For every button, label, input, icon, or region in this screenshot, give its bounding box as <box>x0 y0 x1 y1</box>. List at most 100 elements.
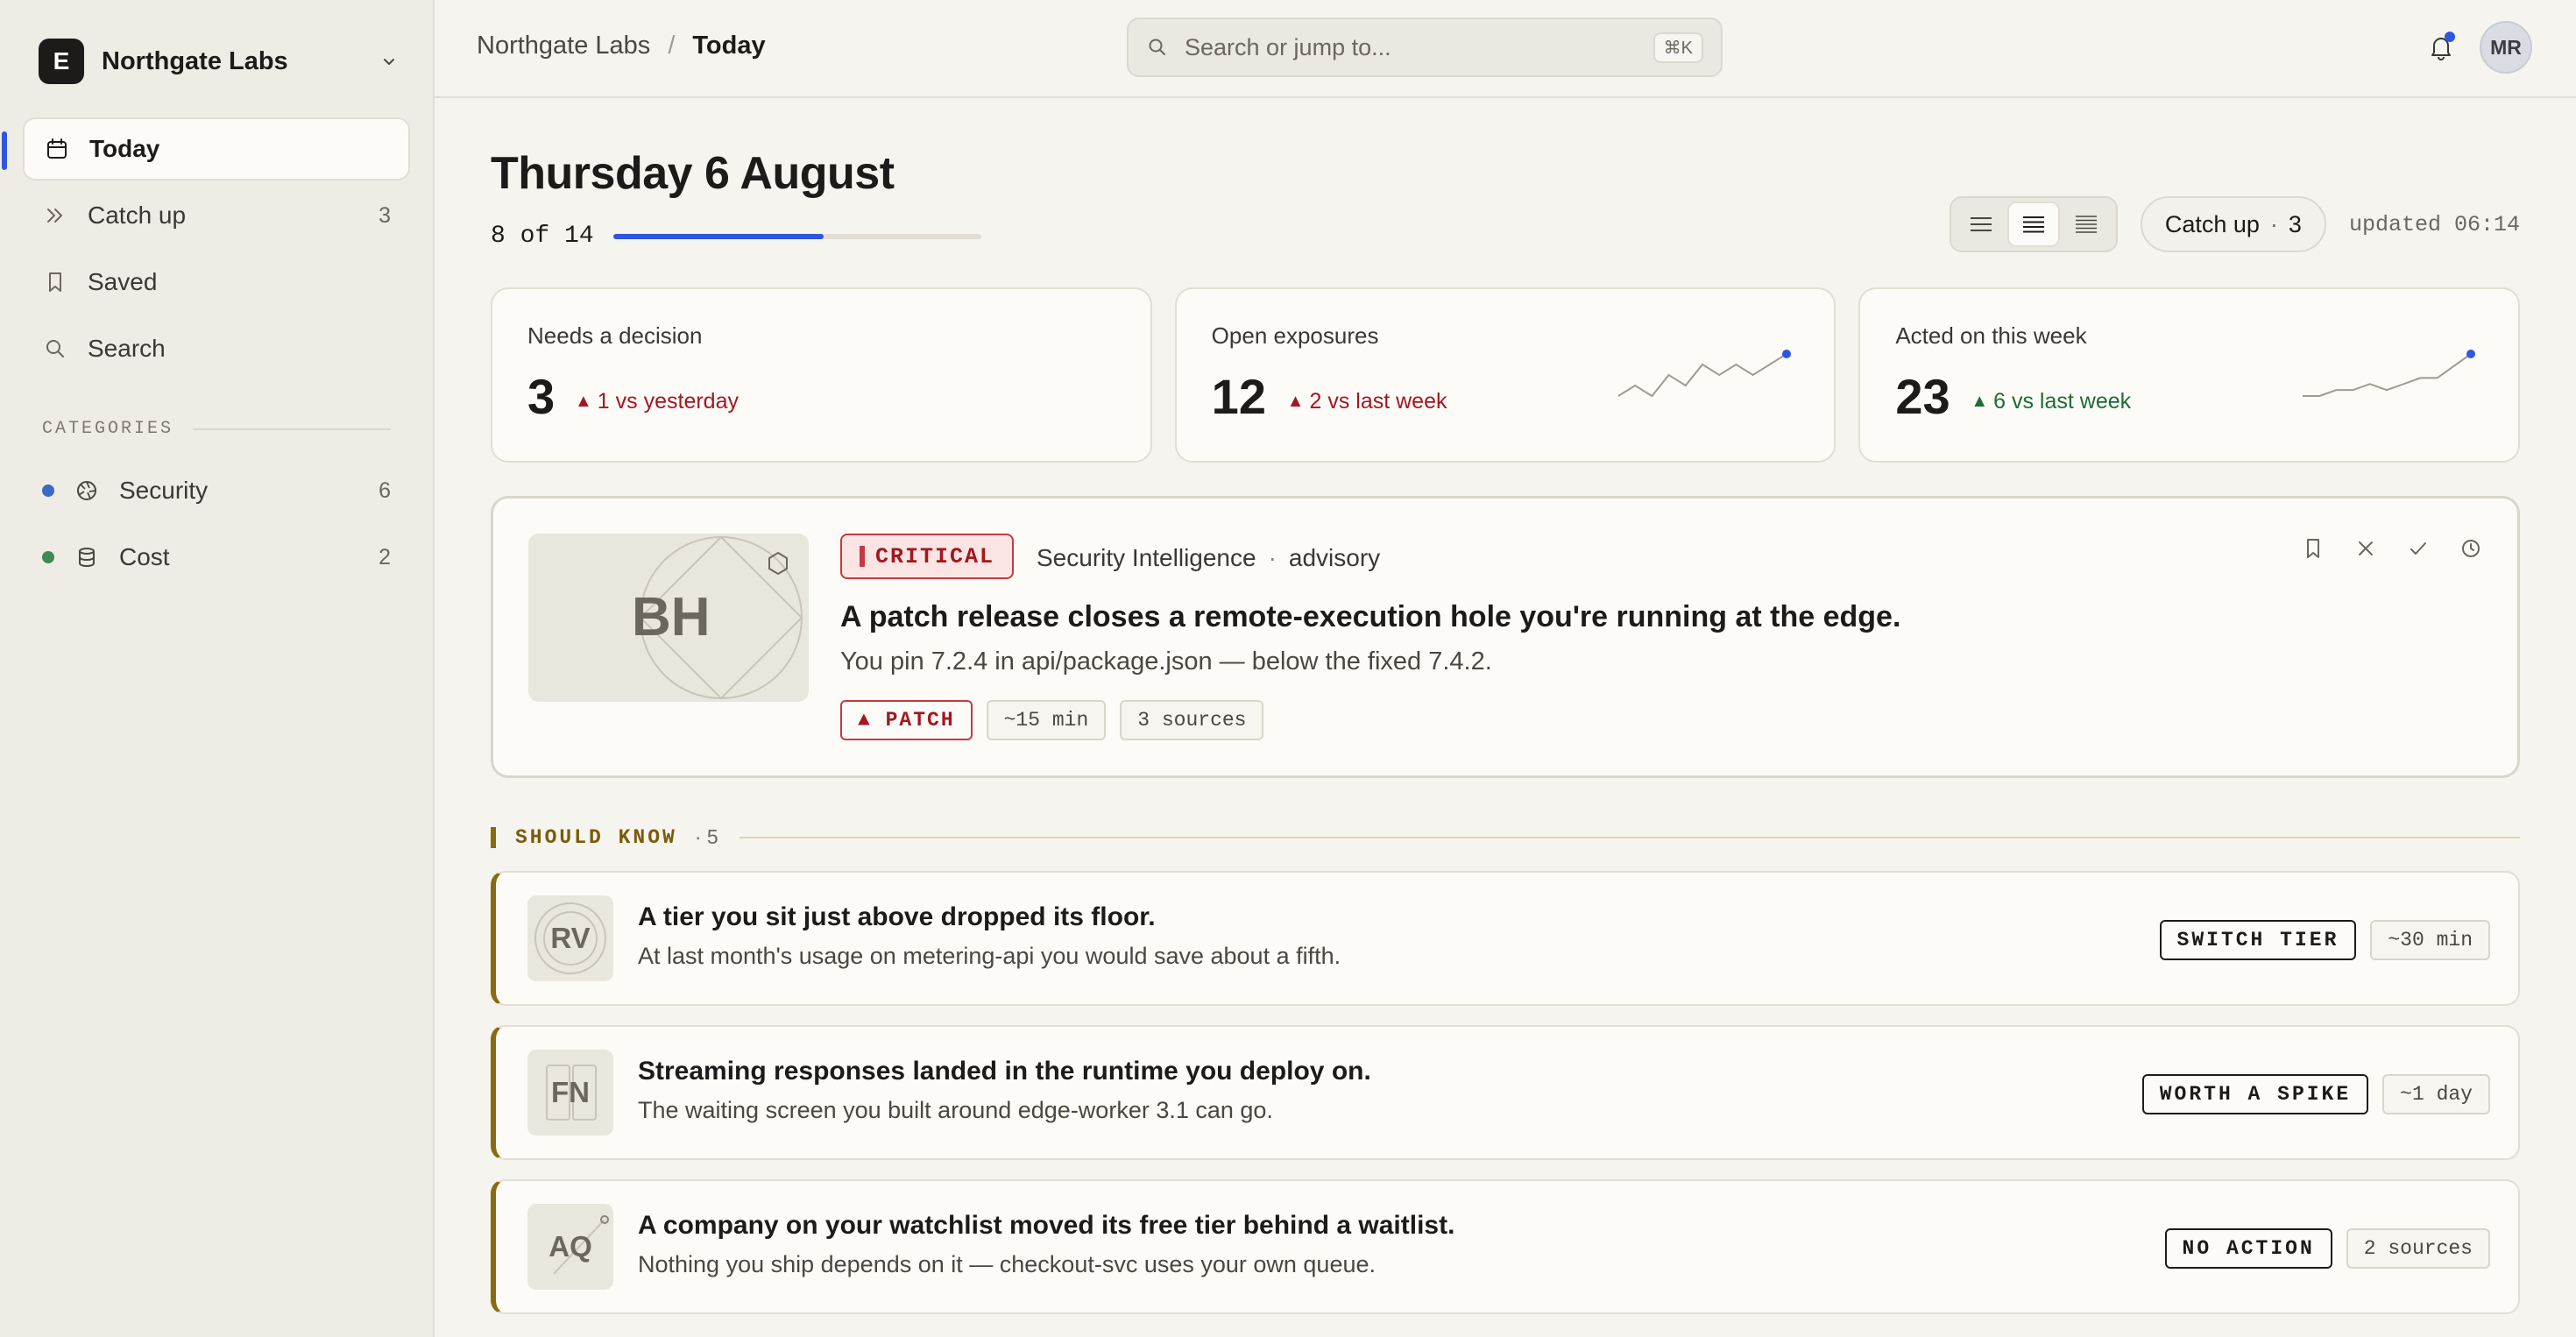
patch-tag: ▲ PATCH <box>840 700 973 740</box>
category-cost[interactable]: Cost 2 <box>23 524 410 591</box>
item-title: Streaming responses landed in the runtim… <box>638 1057 1371 1086</box>
stat-value: 23 <box>1895 369 1950 424</box>
stat-acted-this-week[interactable]: Acted on this week 23 ▲ 6 vs last week <box>1858 287 2521 463</box>
search-shortcut: ⌘K <box>1652 32 1703 63</box>
density-dense-button[interactable] <box>2060 202 2112 247</box>
card-thumbnail: BH <box>528 534 809 702</box>
search-icon <box>42 336 68 362</box>
close-icon <box>2359 541 2373 555</box>
stat-delta: ▲ 1 vs yesterday <box>575 389 739 414</box>
database-icon <box>74 544 100 570</box>
sidebar-item-search[interactable]: Search <box>23 317 410 380</box>
org-logo: E <box>39 39 84 84</box>
item-tags: WORTH A SPIKE ~1 day <box>2141 1074 2490 1114</box>
card-actions <box>2298 534 2486 563</box>
item-thumbnail: AQ <box>527 1204 613 1290</box>
critical-card[interactable]: BH CRITICAL Security Intelligence · advi… <box>491 496 2520 778</box>
search-bar[interactable]: ⌘K <box>1127 18 1723 77</box>
topbar: Northgate Labs / Today ⌘K MR <box>435 0 2576 98</box>
severity-badge: CRITICAL <box>840 534 1015 579</box>
updated-time: updated 06:14 <box>2348 211 2520 237</box>
item-title: A company on your watchlist moved its fr… <box>638 1211 1455 1240</box>
card-kind: advisory <box>1288 544 1381 571</box>
notifications-button[interactable] <box>2424 30 2459 65</box>
sidebar-item-today[interactable]: Today <box>2 117 410 180</box>
sidebar: E Northgate Labs Today Catch up 3 Saved <box>0 0 435 1337</box>
catch-up-separator: · <box>2269 210 2278 237</box>
sources-tag[interactable]: 2 sources <box>2346 1228 2490 1269</box>
card-source: Security Intelligence <box>1037 544 1256 571</box>
item-thumbnail: RV <box>527 895 613 981</box>
stat-label: Acted on this week <box>1895 322 2087 349</box>
stat-needs-decision[interactable]: Needs a decision 3 ▲ 1 vs yesterday <box>491 287 1152 463</box>
snooze-button[interactable] <box>2456 534 2486 563</box>
thumbnail-initials: BH <box>632 587 711 647</box>
stat-delta-text: 2 vs last week <box>1309 389 1447 414</box>
catch-up-button[interactable]: Catch up · 3 <box>2140 196 2326 252</box>
density-compact-button[interactable] <box>1955 202 2007 247</box>
bookmark-icon <box>42 269 68 295</box>
card-tags: ▲ PATCH ~15 min 3 sources <box>840 700 1264 740</box>
card-title: A patch release closes a remote-executio… <box>840 600 1901 633</box>
card-meta: Security Intelligence · advisory <box>1037 544 1380 572</box>
category-count: 6 <box>379 478 391 503</box>
toolbar: Catch up · 3 updated 06:14 <box>1949 196 2520 252</box>
save-button[interactable] <box>2298 534 2328 563</box>
progress-bar <box>612 233 981 239</box>
triangle-up-icon: ▲ <box>1286 392 1305 411</box>
item-summary: At last month's usage on metering-api yo… <box>638 943 1341 969</box>
catch-up-label: Catch up <box>2164 210 2260 237</box>
lines-icon <box>2075 216 2097 233</box>
done-button[interactable] <box>2403 534 2433 563</box>
stat-delta: ▲ 6 vs last week <box>1971 389 2131 414</box>
list-item[interactable]: AQ A company on your watchlist moved its… <box>491 1179 2520 1314</box>
density-toggle <box>1949 196 2118 252</box>
search-input[interactable] <box>1185 33 1653 61</box>
category-count: 2 <box>379 544 391 569</box>
breadcrumb: Northgate Labs / Today <box>477 32 766 60</box>
avatar[interactable]: MR <box>2480 21 2532 74</box>
calendar-icon <box>44 136 70 162</box>
sidebar-item-label: Catch up <box>88 202 187 229</box>
triangle-up-icon: ▲ <box>575 392 592 411</box>
thumbnail-initials: AQ <box>548 1230 592 1263</box>
card-summary: You pin 7.2.4 in api/package.json — belo… <box>840 647 1492 676</box>
section-count: · 5 <box>694 825 718 848</box>
section-title: SHOULD KNOW <box>515 825 677 849</box>
page-title: Thursday 6 August <box>491 148 895 199</box>
sidebar-item-saved[interactable]: Saved <box>23 251 410 314</box>
list-item[interactable]: RV A tier you sit just above dropped its… <box>491 871 2520 1006</box>
action-tag: SWITCH TIER <box>2159 920 2357 960</box>
categories-heading: CATEGORIES <box>42 419 391 439</box>
category-security[interactable]: Security 6 <box>23 457 410 524</box>
severity-label: CRITICAL <box>875 543 995 569</box>
item-tags: NO ACTION 2 sources <box>2164 1228 2490 1269</box>
dismiss-button[interactable] <box>2351 534 2381 563</box>
density-default-button[interactable] <box>2006 202 2060 247</box>
stat-value: 12 <box>1211 369 1266 424</box>
stat-open-exposures[interactable]: Open exposures 12 ▲ 2 vs last week <box>1174 287 1836 463</box>
sidebar-item-label: Today <box>89 135 160 162</box>
org-switcher[interactable]: E Northgate Labs <box>39 39 398 84</box>
sidebar-item-catch-up[interactable]: Catch up 3 <box>23 184 410 247</box>
category-label: Security <box>119 477 209 504</box>
section-should-know-header: SHOULD KNOW · 5 <box>491 825 2520 849</box>
breadcrumb-root[interactable]: Northgate Labs <box>477 32 650 60</box>
sidebar-item-count: 3 <box>379 202 391 228</box>
thumbnail-initials: RV <box>550 922 591 954</box>
sources-tag[interactable]: 3 sources <box>1120 700 1264 740</box>
item-summary: The waiting screen you built around edge… <box>638 1097 1273 1123</box>
breadcrumb-current: Today <box>692 32 766 60</box>
stat-label: Open exposures <box>1211 322 1379 349</box>
section-divider <box>739 836 2520 838</box>
org-name: Northgate Labs <box>102 46 288 75</box>
notification-dot <box>2445 32 2455 42</box>
item-summary: Nothing you ship depends on it — checkou… <box>638 1251 1376 1277</box>
lines-icon <box>2022 216 2044 233</box>
list-item[interactable]: FN Streaming responses landed in the run… <box>491 1025 2520 1160</box>
meta-separator: · <box>1268 544 1277 571</box>
chevron-down-icon <box>384 59 394 65</box>
stat-label: Needs a decision <box>527 322 703 349</box>
action-tag: NO ACTION <box>2164 1228 2332 1269</box>
search-icon <box>1149 39 1165 55</box>
